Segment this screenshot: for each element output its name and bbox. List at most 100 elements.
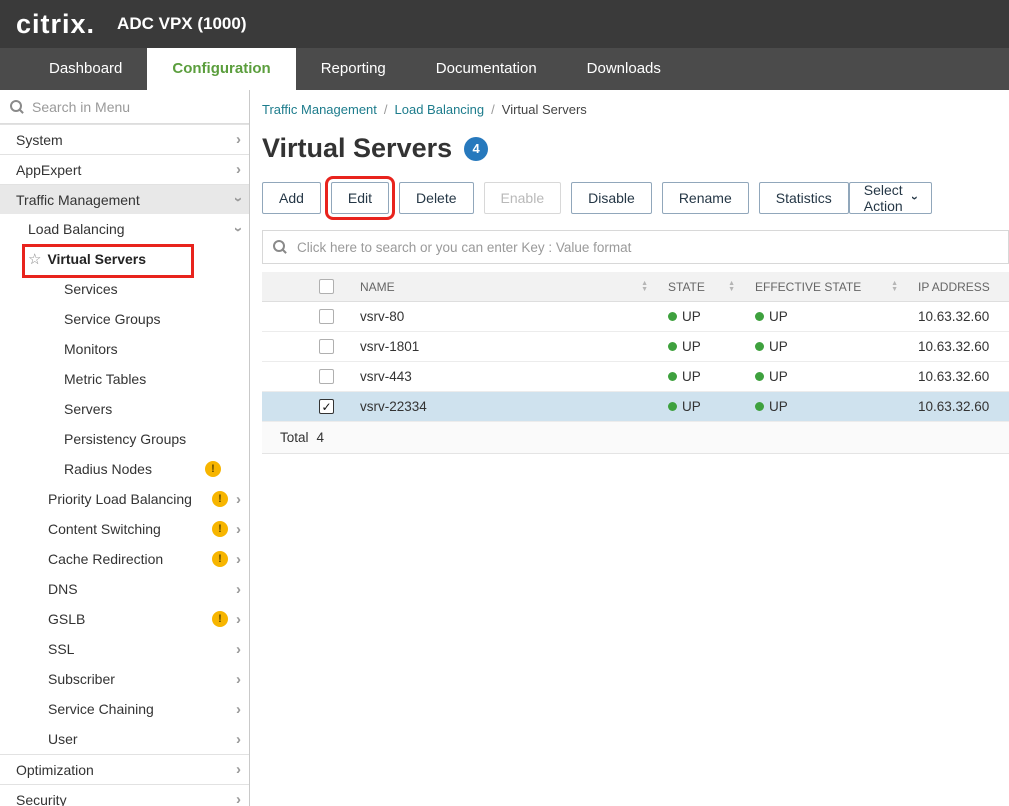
sidebar-item-label: Traffic Management [16, 192, 140, 208]
sidebar-item-gslb[interactable]: GSLB!› [0, 604, 249, 634]
column-header-state[interactable]: STATE▲▼ [660, 280, 747, 294]
cell-ip-address: 10.63.32.60 [910, 399, 1009, 414]
edit-button[interactable]: Edit [331, 182, 389, 214]
row-checkbox[interactable] [319, 309, 334, 324]
chevron-right-icon: › [236, 522, 241, 537]
warning-icon: ! [212, 551, 228, 567]
sidebar-item-virtual-servers[interactable]: ☆ Virtual Servers [0, 244, 249, 274]
sidebar-item-security[interactable]: Security› [0, 784, 249, 806]
chevron-right-icon: › [236, 732, 241, 747]
status-up-dot [755, 402, 764, 411]
sidebar-item-appexpert[interactable]: AppExpert› [0, 154, 249, 184]
sidebar-item-subscriber[interactable]: Subscriber› [0, 664, 249, 694]
sidebar-item-traffic-management[interactable]: Traffic Management› [0, 184, 249, 214]
tab-configuration[interactable]: Configuration [147, 48, 295, 90]
status-up-dot [755, 342, 764, 351]
row-checkbox[interactable] [319, 339, 334, 354]
row-checkbox[interactable] [319, 369, 334, 384]
cell-state: UP [660, 339, 747, 354]
sidebar-item-label: Services [64, 281, 118, 297]
sidebar-item-services[interactable]: Services [0, 274, 249, 304]
chevron-right-icon: › [236, 162, 241, 177]
state-label: UP [682, 309, 701, 324]
column-header-label: IP ADDRESS [918, 280, 990, 294]
sidebar-item-label: Radius Nodes [64, 461, 152, 477]
tab-downloads[interactable]: Downloads [562, 48, 686, 90]
column-header-label: NAME [360, 280, 395, 294]
status-up-dot [668, 312, 677, 321]
rename-button[interactable]: Rename [662, 182, 749, 214]
enable-button[interactable]: Enable [484, 182, 562, 214]
sidebar-item-content-switching[interactable]: Content Switching!› [0, 514, 249, 544]
warning-icon: ! [212, 491, 228, 507]
tab-documentation[interactable]: Documentation [411, 48, 562, 90]
table-search-input[interactable] [297, 240, 998, 255]
sidebar-item-label: Optimization [16, 762, 94, 778]
sidebar-item-label: Virtual Servers [47, 251, 146, 267]
select-all-checkbox[interactable] [319, 279, 334, 294]
sidebar-item-radius-nodes[interactable]: Radius Nodes! [0, 454, 249, 484]
state-label: UP [682, 339, 701, 354]
breadcrumb-link[interactable]: Traffic Management [262, 102, 377, 117]
sidebar-search [0, 90, 249, 124]
column-header-effective-state[interactable]: EFFECTIVE STATE▲▼ [747, 280, 910, 294]
column-header-name[interactable]: NAME▲▼ [352, 280, 660, 294]
cell-name: vsrv-443 [352, 369, 660, 384]
tab-reporting[interactable]: Reporting [296, 48, 411, 90]
sidebar-item-label: System [16, 132, 63, 148]
delete-button[interactable]: Delete [399, 182, 473, 214]
citrix-logo: citrix. [16, 9, 95, 40]
table-header: NAME▲▼STATE▲▼EFFECTIVE STATE▲▼IP ADDRESS [262, 272, 1009, 302]
sort-icon: ▲▼ [891, 281, 898, 293]
cell-ip-address: 10.63.32.60 [910, 309, 1009, 324]
sidebar-search-input[interactable] [32, 99, 239, 115]
cell-ip-address: 10.63.32.60 [910, 339, 1009, 354]
sidebar-item-service-chaining[interactable]: Service Chaining› [0, 694, 249, 724]
app-title: ADC VPX (1000) [117, 14, 246, 34]
breadcrumb-link[interactable]: Load Balancing [395, 102, 485, 117]
table-row[interactable]: ✓vsrv-22334UPUP10.63.32.60 [262, 392, 1009, 422]
chevron-right-icon: › [236, 612, 241, 627]
table-row[interactable]: vsrv-443UPUP10.63.32.60 [262, 362, 1009, 392]
tab-dashboard[interactable]: Dashboard [24, 48, 147, 90]
column-header-ip-address[interactable]: IP ADDRESS [910, 280, 1009, 294]
statistics-button[interactable]: Statistics [759, 182, 849, 214]
sidebar-item-priority-load-balancing[interactable]: Priority Load Balancing!› [0, 484, 249, 514]
sidebar-item-user[interactable]: User › [0, 724, 249, 754]
sidebar-item-system[interactable]: System› [0, 124, 249, 154]
sidebar-item-persistency-groups[interactable]: Persistency Groups [0, 424, 249, 454]
status-up-dot [668, 402, 677, 411]
sidebar-item-label: User [48, 731, 78, 747]
row-checkbox[interactable]: ✓ [319, 399, 334, 414]
sidebar-item-servers[interactable]: Servers [0, 394, 249, 424]
sidebar-item-monitors[interactable]: Monitors [0, 334, 249, 364]
sidebar-item-label: DNS [48, 581, 78, 597]
disable-button[interactable]: Disable [571, 182, 652, 214]
table-row[interactable]: vsrv-80UPUP10.63.32.60 [262, 302, 1009, 332]
sort-icon: ▲▼ [728, 281, 735, 293]
sidebar-item-service-groups[interactable]: Service Groups [0, 304, 249, 334]
search-icon [10, 100, 24, 114]
sidebar-item-dns[interactable]: DNS› [0, 574, 249, 604]
table-total-row: Total 4 [262, 422, 1009, 454]
count-badge: 4 [464, 137, 488, 161]
sidebar-item-label: Service Chaining [48, 701, 154, 717]
cell-effective-state: UP [747, 339, 910, 354]
chevron-right-icon: › [236, 552, 241, 567]
star-icon: ☆ [28, 250, 41, 268]
table-search-bar[interactable] [262, 230, 1009, 264]
table-body: vsrv-80UPUP10.63.32.60vsrv-1801UPUP10.63… [262, 302, 1009, 422]
chevron-down-icon: › [231, 227, 246, 232]
add-button[interactable]: Add [262, 182, 321, 214]
select-action-dropdown[interactable]: Select Action › [849, 182, 932, 214]
status-up-dot [668, 342, 677, 351]
sidebar-item-cache-redirection[interactable]: Cache Redirection!› [0, 544, 249, 574]
sidebar-item-ssl[interactable]: SSL› [0, 634, 249, 664]
sidebar-item-optimization[interactable]: Optimization› [0, 754, 249, 784]
sidebar-item-metric-tables[interactable]: Metric Tables [0, 364, 249, 394]
sidebar-item-load-balancing[interactable]: Load Balancing› [0, 214, 249, 244]
sidebar-menu: System›AppExpert›Traffic Management›Load… [0, 124, 249, 806]
effective-state-label: UP [769, 339, 788, 354]
cell-ip-address: 10.63.32.60 [910, 369, 1009, 384]
table-row[interactable]: vsrv-1801UPUP10.63.32.60 [262, 332, 1009, 362]
